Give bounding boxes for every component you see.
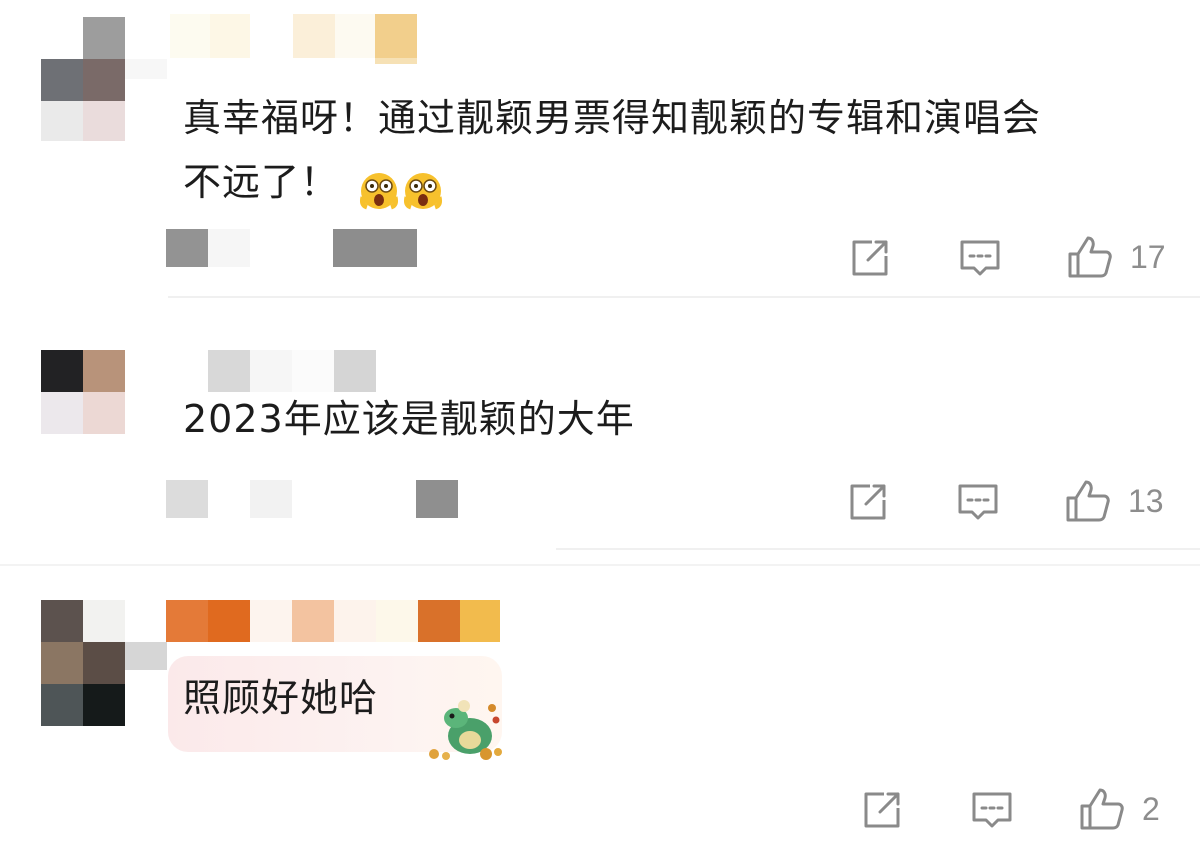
divider xyxy=(0,564,1200,566)
like-icon xyxy=(1068,236,1112,278)
like-count: 17 xyxy=(1130,238,1166,275)
shocked-emoji-icon xyxy=(360,172,399,209)
share-button[interactable] xyxy=(846,480,890,524)
divider xyxy=(556,548,1200,550)
reply-button[interactable] xyxy=(958,236,1002,280)
share-icon xyxy=(852,240,888,276)
username[interactable] xyxy=(166,600,506,644)
reply-button[interactable] xyxy=(956,480,1000,524)
like-button[interactable]: 2 xyxy=(1078,786,1160,832)
like-count: 13 xyxy=(1128,482,1164,519)
like-icon xyxy=(1066,480,1110,522)
share-icon xyxy=(864,792,900,828)
like-count: 2 xyxy=(1142,790,1160,827)
share-icon xyxy=(850,484,886,520)
comment-text-line-2-text: 不远了！ xyxy=(183,160,340,204)
avatar[interactable] xyxy=(0,300,170,450)
comment-3: 照顾好她哈 2 xyxy=(0,570,1200,850)
like-button[interactable]: 17 xyxy=(1066,234,1166,280)
comment-meta xyxy=(166,480,466,520)
divider xyxy=(168,296,1200,298)
comment-text-line-1: 真幸福呀！通过靓颖男票得知靓颖的专辑和演唱会 xyxy=(183,96,1042,140)
like-button[interactable]: 13 xyxy=(1064,478,1164,524)
comment-icon xyxy=(972,792,1012,828)
comment-text-line-2: 不远了！ xyxy=(183,150,447,220)
avatar[interactable] xyxy=(0,0,170,150)
share-button[interactable] xyxy=(848,236,892,280)
comment-text: 2023年应该是靓颖的大年 xyxy=(183,397,635,441)
comment-icon xyxy=(958,484,998,520)
cartoon-dinosaur-sticker-icon xyxy=(429,700,502,760)
comment-icon xyxy=(960,240,1000,276)
emoji-group xyxy=(359,156,447,220)
comment-1: 真幸福呀！通过靓颖男票得知靓颖的专辑和演唱会 不远了！ 17 xyxy=(0,0,1200,300)
reply-button[interactable] xyxy=(970,788,1014,832)
username[interactable] xyxy=(160,14,460,72)
comment-meta xyxy=(166,229,426,269)
avatar[interactable] xyxy=(0,570,170,740)
share-button[interactable] xyxy=(860,788,904,832)
comment-text: 照顾好她哈 xyxy=(183,676,379,720)
like-icon xyxy=(1080,788,1124,830)
shocked-emoji-icon xyxy=(404,172,443,209)
comment-2: 2023年应该是靓颖的大年 13 xyxy=(0,300,1200,566)
